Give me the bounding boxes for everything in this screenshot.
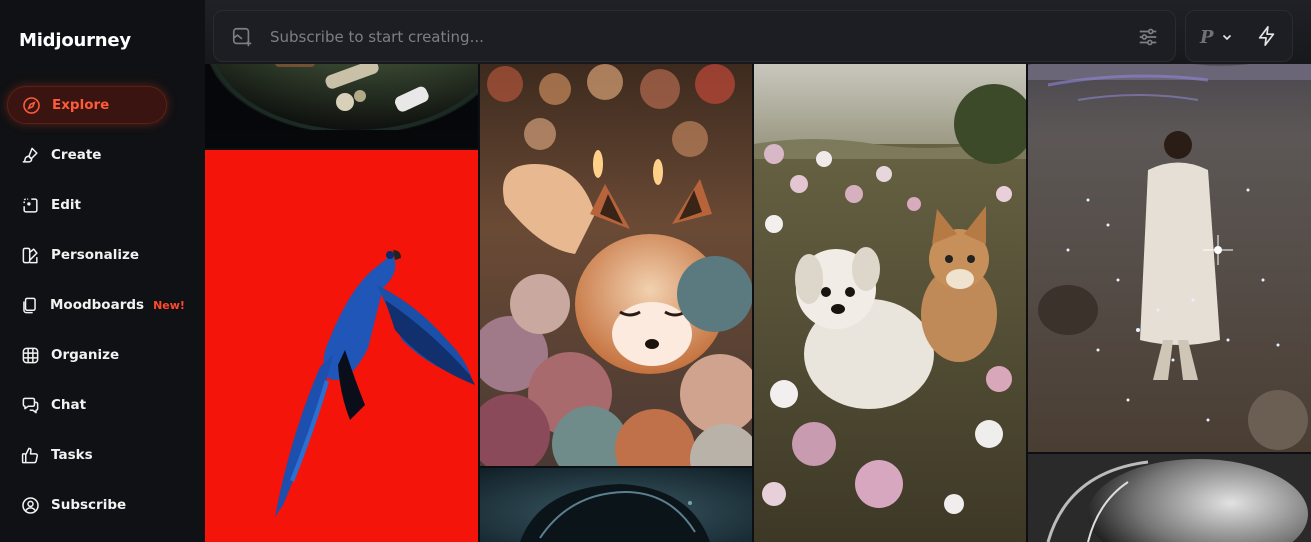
image-fox-pompoms bbox=[480, 64, 752, 466]
thumbs-up-icon bbox=[20, 445, 40, 465]
compass-icon bbox=[21, 95, 41, 115]
sidebar-item-explore[interactable]: Explore bbox=[7, 86, 167, 124]
sidebar-item-label: Organize bbox=[51, 347, 120, 363]
sidebar-item-label: Explore bbox=[52, 97, 110, 113]
sidebar-item-edit[interactable]: Edit bbox=[7, 186, 167, 224]
moodboard-icon bbox=[20, 295, 39, 315]
image-figure-sparkles bbox=[1028, 0, 1311, 452]
sidebar-item-label: Chat bbox=[51, 397, 87, 413]
add-image-icon[interactable] bbox=[231, 26, 253, 48]
gallery-tile[interactable] bbox=[205, 150, 478, 542]
sidebar-item-organize[interactable]: Organize bbox=[7, 336, 167, 374]
gallery-tile[interactable] bbox=[480, 64, 752, 466]
new-badge: New! bbox=[153, 298, 185, 312]
gallery-tile[interactable] bbox=[480, 468, 752, 542]
prompt-bar bbox=[213, 10, 1176, 62]
grid-icon bbox=[20, 345, 40, 365]
sidebar-item-create[interactable]: Create bbox=[7, 136, 167, 174]
user-icon bbox=[20, 495, 40, 515]
brush-icon bbox=[20, 145, 40, 165]
personalize-label: P bbox=[1200, 26, 1214, 48]
image-dark-portrait bbox=[480, 468, 752, 542]
sidebar-item-chat[interactable]: Chat bbox=[7, 386, 167, 424]
sidebar-item-label: Personalize bbox=[51, 247, 140, 263]
palette-icon bbox=[20, 245, 40, 265]
sidebar-item-subscribe[interactable]: Subscribe bbox=[7, 486, 167, 524]
sidebar-item-label: Subscribe bbox=[51, 497, 127, 513]
sidebar-item-label: Tasks bbox=[51, 447, 93, 463]
gallery-tile[interactable] bbox=[1028, 454, 1311, 542]
gallery-tile[interactable] bbox=[1028, 0, 1311, 452]
settings-sliders-icon[interactable] bbox=[1137, 26, 1159, 48]
sidebar-item-personalize[interactable]: Personalize bbox=[7, 236, 167, 274]
gallery-tile[interactable] bbox=[754, 64, 1026, 542]
brand-logo[interactable]: Midjourney bbox=[19, 30, 131, 51]
chat-icon bbox=[20, 395, 40, 415]
chevron-down-icon bbox=[1222, 34, 1231, 41]
lightning-icon[interactable] bbox=[1256, 25, 1278, 47]
personalize-toggle[interactable]: P bbox=[1200, 24, 1232, 50]
explore-gallery bbox=[205, 0, 1311, 542]
sidebar-item-tasks[interactable]: Tasks bbox=[7, 436, 167, 474]
sidebar-item-moodboards[interactable]: Moodboards New! bbox=[7, 286, 185, 324]
sidebar-item-label: Create bbox=[51, 147, 102, 163]
prompt-input[interactable] bbox=[268, 24, 1092, 50]
sidebar-item-label: Moodboards bbox=[50, 297, 145, 313]
image-puppy-kitten-flowers bbox=[754, 64, 1026, 542]
image-monochrome-sphere bbox=[1028, 454, 1311, 542]
image-blue-parrot-red bbox=[205, 150, 478, 542]
sidebar: Midjourney Explore Create Edit Personali… bbox=[0, 0, 205, 542]
sidebar-item-label: Edit bbox=[51, 197, 81, 213]
edit-icon bbox=[20, 195, 40, 215]
mode-controls: P bbox=[1185, 10, 1293, 62]
